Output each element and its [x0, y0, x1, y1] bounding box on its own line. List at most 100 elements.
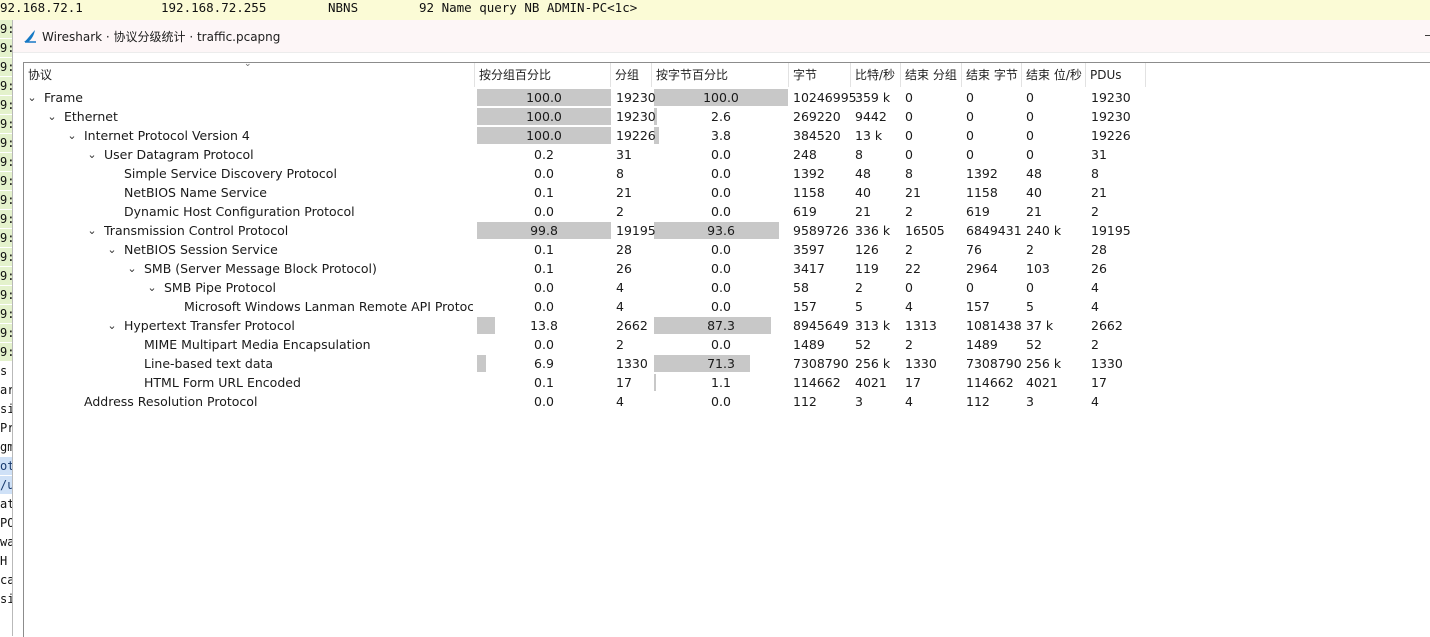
byte-percent-value: 71.3	[707, 356, 735, 371]
column-header-end-bits-per-sec[interactable]: 结束 位/秒	[1022, 63, 1086, 87]
pdus-cell: 4	[1091, 299, 1099, 314]
byte-percent-value: 2.6	[711, 109, 731, 124]
expand-toggle-icon[interactable]: ⌄	[66, 126, 78, 145]
packet-percent-value: 0.0	[534, 204, 554, 219]
minimize-button[interactable]: _	[1425, 22, 1430, 36]
sort-indicator-icon: ⌄	[244, 62, 252, 69]
expand-toggle-icon[interactable]: ⌄	[146, 278, 158, 297]
background-packet-fragment: 9:	[0, 343, 12, 361]
protocol-name: User Datagram Protocol	[104, 147, 254, 162]
protocol-name: SMB (Server Message Block Protocol)	[144, 261, 377, 276]
protocol-row[interactable]: ⌄ Ethernet 100.0 2.6 19230 269220 9442 0 0 0 19230	[24, 107, 1430, 126]
expand-toggle-icon[interactable]: ⌄	[106, 240, 118, 259]
protocol-row[interactable]: ⌄ User Datagram Protocol 0.2 0.0 31 248 8 0 0 0 31	[24, 145, 1430, 164]
column-header-packet-percent[interactable]: 按分组百分比	[475, 63, 611, 87]
background-packet-list[interactable]: 9:9:9:9:9:9:9:9:9:9:9:9:9:9:9:9:9:9:sars…	[0, 20, 12, 636]
pdus-cell: 19226	[1091, 128, 1131, 143]
bytes-cell: 248	[793, 147, 817, 162]
background-packet-fragment: /u	[0, 476, 12, 494]
expand-toggle-icon[interactable]: ⌄	[46, 107, 58, 126]
background-packet-fragment: gm	[0, 440, 12, 454]
byte-percent-value: 0.0	[711, 185, 731, 200]
end-bits-per-sec-cell: 240 k	[1026, 223, 1062, 238]
title-bar[interactable]: Wireshark · 协议分级统计 · traffic.pcapng _	[13, 20, 1430, 53]
packet-percent-value: 13.8	[530, 318, 558, 333]
column-header-end-packets[interactable]: 结束 分组	[901, 63, 962, 87]
expand-toggle-icon[interactable]: ⌄	[86, 221, 98, 240]
protocol-row[interactable]: ⌄ NetBIOS Session Service 0.1 0.0 28 3597 126 2…	[24, 240, 1430, 259]
background-packet-fragment: 9:	[0, 96, 12, 114]
byte-percent-value: 0.0	[711, 166, 731, 181]
protocol-row[interactable]: ⌄ SMB Pipe Protocol 0.0 0.0 4 58 2 0 0 0 4	[24, 278, 1430, 297]
bytes-cell: 1158	[793, 185, 825, 200]
protocol-row[interactable]: NetBIOS Name Service 0.1 0.0 21 1158 40 21 1158…	[24, 183, 1430, 202]
end-packets-cell: 2	[905, 204, 913, 219]
background-packet-fragment: 9:	[0, 39, 12, 57]
protocol-name: Simple Service Discovery Protocol	[124, 166, 337, 181]
protocol-tree[interactable]: 协议 按分组百分比 分组 按字节百分比 字节 比特/秒 结束 分组 结束 字节 …	[23, 62, 1430, 637]
protocol-row[interactable]: ⌄ SMB (Server Message Block Protocol) 0.1 0…	[24, 259, 1430, 278]
pdus-cell: 4	[1091, 394, 1099, 409]
wireshark-logo-icon	[24, 30, 36, 43]
column-header-bits-per-sec[interactable]: 比特/秒	[851, 63, 901, 87]
end-packets-cell: 1330	[905, 356, 937, 371]
protocol-hierarchy-dialog: Wireshark · 协议分级统计 · traffic.pcapng _ 协议…	[12, 20, 1430, 637]
protocol-name: Microsoft Windows Lanman Remote API Prot…	[184, 299, 473, 314]
byte-percent-value: 0.0	[711, 280, 731, 295]
packets-cell: 26	[616, 261, 632, 276]
packet-percent-value: 0.1	[534, 261, 554, 276]
protocol-row[interactable]: Dynamic Host Configuration Protocol 0.0 0.…	[24, 202, 1430, 221]
bytes-cell: 114662	[793, 375, 841, 390]
end-bits-per-sec-cell: 0	[1026, 128, 1034, 143]
protocol-row[interactable]: HTML Form URL Encoded 0.1 1.1 17 114662 4021 1…	[24, 373, 1430, 392]
byte-percent-value: 100.0	[703, 90, 739, 105]
end-packets-cell: 21	[905, 185, 921, 200]
end-bits-per-sec-cell: 0	[1026, 90, 1034, 105]
background-packet-fragment: 9:	[0, 134, 12, 152]
protocol-row[interactable]: MIME Multipart Media Encapsulation 0.0 0.0…	[24, 335, 1430, 354]
expand-toggle-icon[interactable]: ⌄	[26, 88, 38, 107]
expand-toggle-icon[interactable]: ⌄	[86, 145, 98, 164]
protocol-row[interactable]: ⌄ Hypertext Transfer Protocol 13.8 87.3 2662…	[24, 316, 1430, 335]
bytes-cell: 8945649	[793, 318, 849, 333]
background-packet-fragment: H	[0, 554, 8, 568]
end-bits-per-sec-cell: 256 k	[1026, 356, 1062, 371]
protocol-name: Address Resolution Protocol	[84, 394, 258, 409]
packets-cell: 19226	[616, 128, 656, 143]
byte-percent-value: 0.0	[711, 394, 731, 409]
end-bytes-cell: 7308790	[966, 356, 1022, 371]
byte-percent-value: 0.0	[711, 147, 731, 162]
background-packet-fragment: 9:	[0, 20, 12, 38]
background-packet-fragment: Pr	[0, 421, 12, 435]
protocol-row[interactable]: ⌄ Internet Protocol Version 4 100.0 3.8 1922…	[24, 126, 1430, 145]
protocol-row[interactable]: Simple Service Discovery Protocol 0.0 0.0 8…	[24, 164, 1430, 183]
protocol-row[interactable]: ⌄ Frame 100.0 100.0 19230 10246995 359 k 0 0 0 192…	[24, 88, 1430, 107]
protocol-row[interactable]: Line-based text data 6.9 71.3 1330 7308790 25…	[24, 354, 1430, 373]
end-packets-cell: 4	[905, 394, 913, 409]
bits-per-sec-cell: 48	[855, 166, 871, 181]
column-header-bytes[interactable]: 字节	[789, 63, 851, 87]
expand-toggle-icon[interactable]: ⌄	[106, 316, 118, 335]
protocol-name: Transmission Control Protocol	[104, 223, 289, 238]
column-header-packets[interactable]: 分组	[611, 63, 652, 87]
bits-per-sec-cell: 126	[855, 242, 879, 257]
column-header-byte-percent[interactable]: 按字节百分比	[652, 63, 789, 87]
protocol-row[interactable]: Address Resolution Protocol 0.0 0.0 4 112 3 4 1…	[24, 392, 1430, 411]
bytes-cell: 269220	[793, 109, 841, 124]
protocol-row[interactable]: ⌄ Transmission Control Protocol 99.8 93.6 19…	[24, 221, 1430, 240]
column-header-end-bytes[interactable]: 结束 字节	[962, 63, 1022, 87]
protocol-name: Internet Protocol Version 4	[84, 128, 250, 143]
packet-destination: 192.168.72.255	[161, 0, 267, 15]
expand-toggle-icon[interactable]: ⌄	[126, 259, 138, 278]
bytes-cell: 1489	[793, 337, 825, 352]
background-packet-row[interactable]: 92.168.72.1 192.168.72.255 NBNS 92 Name …	[0, 0, 1430, 21]
end-packets-cell: 1313	[905, 318, 937, 333]
bits-per-sec-cell: 119	[855, 261, 879, 276]
background-packet-fragment: 9:	[0, 248, 12, 266]
packet-percent-value: 0.0	[534, 280, 554, 295]
end-bytes-cell: 0	[966, 280, 974, 295]
protocol-name: NetBIOS Name Service	[124, 185, 267, 200]
protocol-row[interactable]: Microsoft Windows Lanman Remote API Prot…	[24, 297, 1430, 316]
end-bits-per-sec-cell: 3	[1026, 394, 1034, 409]
column-header-pdus[interactable]: PDUs	[1086, 63, 1146, 87]
